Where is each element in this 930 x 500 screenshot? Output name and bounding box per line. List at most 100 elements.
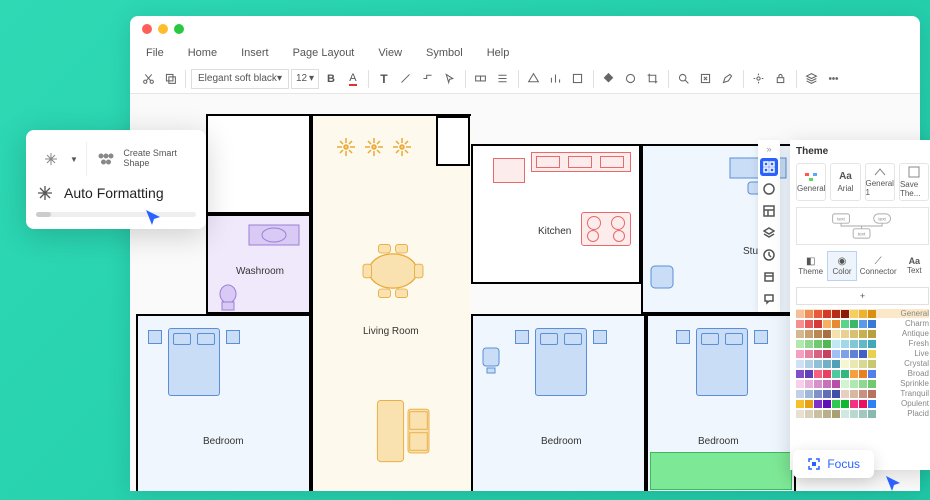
nightstand-icon <box>754 330 768 344</box>
preset-general[interactable]: General <box>796 163 826 201</box>
crop-button[interactable] <box>643 69 663 89</box>
fill-button[interactable] <box>599 69 619 89</box>
theme-title: Theme <box>796 146 929 157</box>
scheme-placid[interactable]: Placid <box>796 409 929 418</box>
font-color-button[interactable]: A <box>343 69 363 89</box>
container-button[interactable] <box>568 69 588 89</box>
comments-panel-button[interactable] <box>760 290 778 308</box>
menu-help[interactable]: Help <box>477 45 520 61</box>
shadow-button[interactable] <box>621 69 641 89</box>
tab-connector[interactable]: ⟋Connector <box>859 251 898 281</box>
stove-icon <box>581 212 631 246</box>
right-toolbar: » <box>758 140 780 312</box>
preset-general1[interactable]: General 1 <box>865 163 895 201</box>
group-button[interactable] <box>471 69 491 89</box>
nightstand-icon <box>676 330 690 344</box>
room-bedroom-1[interactable]: Bedroom <box>136 314 311 491</box>
tab-theme[interactable]: ◧Theme <box>796 251 825 281</box>
theme-panel-button[interactable] <box>760 158 778 176</box>
cut-button[interactable] <box>138 69 158 89</box>
auto-formatting-button[interactable]: Auto Formatting <box>36 184 196 202</box>
pen-button[interactable] <box>718 69 738 89</box>
scheme-broad[interactable]: Broad <box>796 369 929 378</box>
menu-insert[interactable]: Insert <box>231 45 279 61</box>
tab-text[interactable]: AaText <box>900 251 929 281</box>
menu-view[interactable]: View <box>368 45 412 61</box>
tab-color[interactable]: ◉Color <box>827 251 856 281</box>
copy-button[interactable] <box>160 69 180 89</box>
room-bedroom-3[interactable]: Bedroom <box>646 314 796 491</box>
nightstand-icon <box>593 330 607 344</box>
toolbar: Elegant soft black▾ 12▾ B A T <box>130 64 920 94</box>
scheme-antique[interactable]: Antique <box>796 329 929 338</box>
theme-panel: Theme General AaArial General 1 Save The… <box>790 140 930 470</box>
bold-button[interactable]: B <box>321 69 341 89</box>
label-bedroom-1: Bedroom <box>203 436 244 447</box>
nightstand-icon <box>148 330 162 344</box>
label-livingroom: Living Room <box>363 326 419 337</box>
titlebar <box>130 16 920 42</box>
room-entry[interactable] <box>206 114 311 214</box>
scheme-sprinkle[interactable]: Sprinkle <box>796 379 929 388</box>
preset-save[interactable]: Save The... <box>899 163 929 201</box>
menubar: File Home Insert Page Layout View Symbol… <box>130 42 920 64</box>
close-window-icon[interactable] <box>142 24 152 34</box>
more-button[interactable] <box>824 69 844 89</box>
menu-file[interactable]: File <box>136 45 174 61</box>
text-tool[interactable]: T <box>374 69 394 89</box>
cabinet-icon <box>531 152 631 172</box>
add-scheme-button[interactable]: + <box>796 287 929 305</box>
floor-plan: Washroom Living Room Kitchen <box>136 114 786 491</box>
history-panel-button[interactable] <box>760 246 778 264</box>
line-tool[interactable] <box>396 69 416 89</box>
align-button[interactable] <box>493 69 513 89</box>
nightstand-icon <box>515 330 529 344</box>
layout-panel-button[interactable] <box>760 202 778 220</box>
nightstand-icon <box>226 330 240 344</box>
lock-button[interactable] <box>771 69 791 89</box>
chart-button[interactable] <box>546 69 566 89</box>
room-livingroom[interactable]: Living Room <box>311 114 471 491</box>
scheme-charm[interactable]: Charm <box>796 319 929 328</box>
auto-formatting-label: Auto Formatting <box>64 185 164 201</box>
layers-panel-button[interactable] <box>760 224 778 242</box>
expand-icon[interactable]: » <box>766 144 771 154</box>
room-washroom[interactable]: Washroom <box>206 214 311 314</box>
shape-button[interactable] <box>524 69 544 89</box>
sparkle-dropdown[interactable]: ▼ <box>36 142 87 176</box>
format-slider[interactable] <box>36 212 196 217</box>
menu-symbol[interactable]: Symbol <box>416 45 473 61</box>
resources-panel-button[interactable] <box>760 268 778 286</box>
scheme-tranquil[interactable]: Tranquil <box>796 389 929 398</box>
scheme-live[interactable]: Live <box>796 349 929 358</box>
menu-pagelayout[interactable]: Page Layout <box>283 45 365 61</box>
preset-font[interactable]: AaArial <box>830 163 860 201</box>
color-schemes: GeneralCharmAntiqueFreshLiveCrystalBroad… <box>796 309 929 418</box>
style-panel-button[interactable] <box>760 180 778 198</box>
menu-home[interactable]: Home <box>178 45 227 61</box>
settings-button[interactable] <box>749 69 769 89</box>
auto-format-panel: ▼ Create Smart Shape Auto Formatting <box>26 130 206 229</box>
create-smart-shape-button[interactable]: Create Smart Shape <box>93 142 196 176</box>
room-bedroom-2[interactable]: Bedroom <box>471 314 646 491</box>
font-select[interactable]: Elegant soft black▾ <box>191 69 289 89</box>
fridge-icon <box>493 158 525 183</box>
svg-text:text: text <box>878 216 886 221</box>
maximize-window-icon[interactable] <box>174 24 184 34</box>
shapes-icon <box>97 148 115 170</box>
room-kitchen[interactable]: Kitchen <box>471 144 641 284</box>
scheme-fresh[interactable]: Fresh <box>796 339 929 348</box>
scheme-opulent[interactable]: Opulent <box>796 399 929 408</box>
scheme-general[interactable]: General <box>796 309 929 318</box>
column <box>436 116 470 166</box>
svg-text:text: text <box>837 216 845 221</box>
scheme-crystal[interactable]: Crystal <box>796 359 929 368</box>
layers-button[interactable] <box>802 69 822 89</box>
connector-tool[interactable] <box>418 69 438 89</box>
minimize-window-icon[interactable] <box>158 24 168 34</box>
fit-button[interactable] <box>696 69 716 89</box>
pointer-tool[interactable] <box>440 69 460 89</box>
zoom-button[interactable] <box>674 69 694 89</box>
size-select[interactable]: 12▾ <box>291 69 319 89</box>
focus-button[interactable]: Focus <box>793 450 874 478</box>
